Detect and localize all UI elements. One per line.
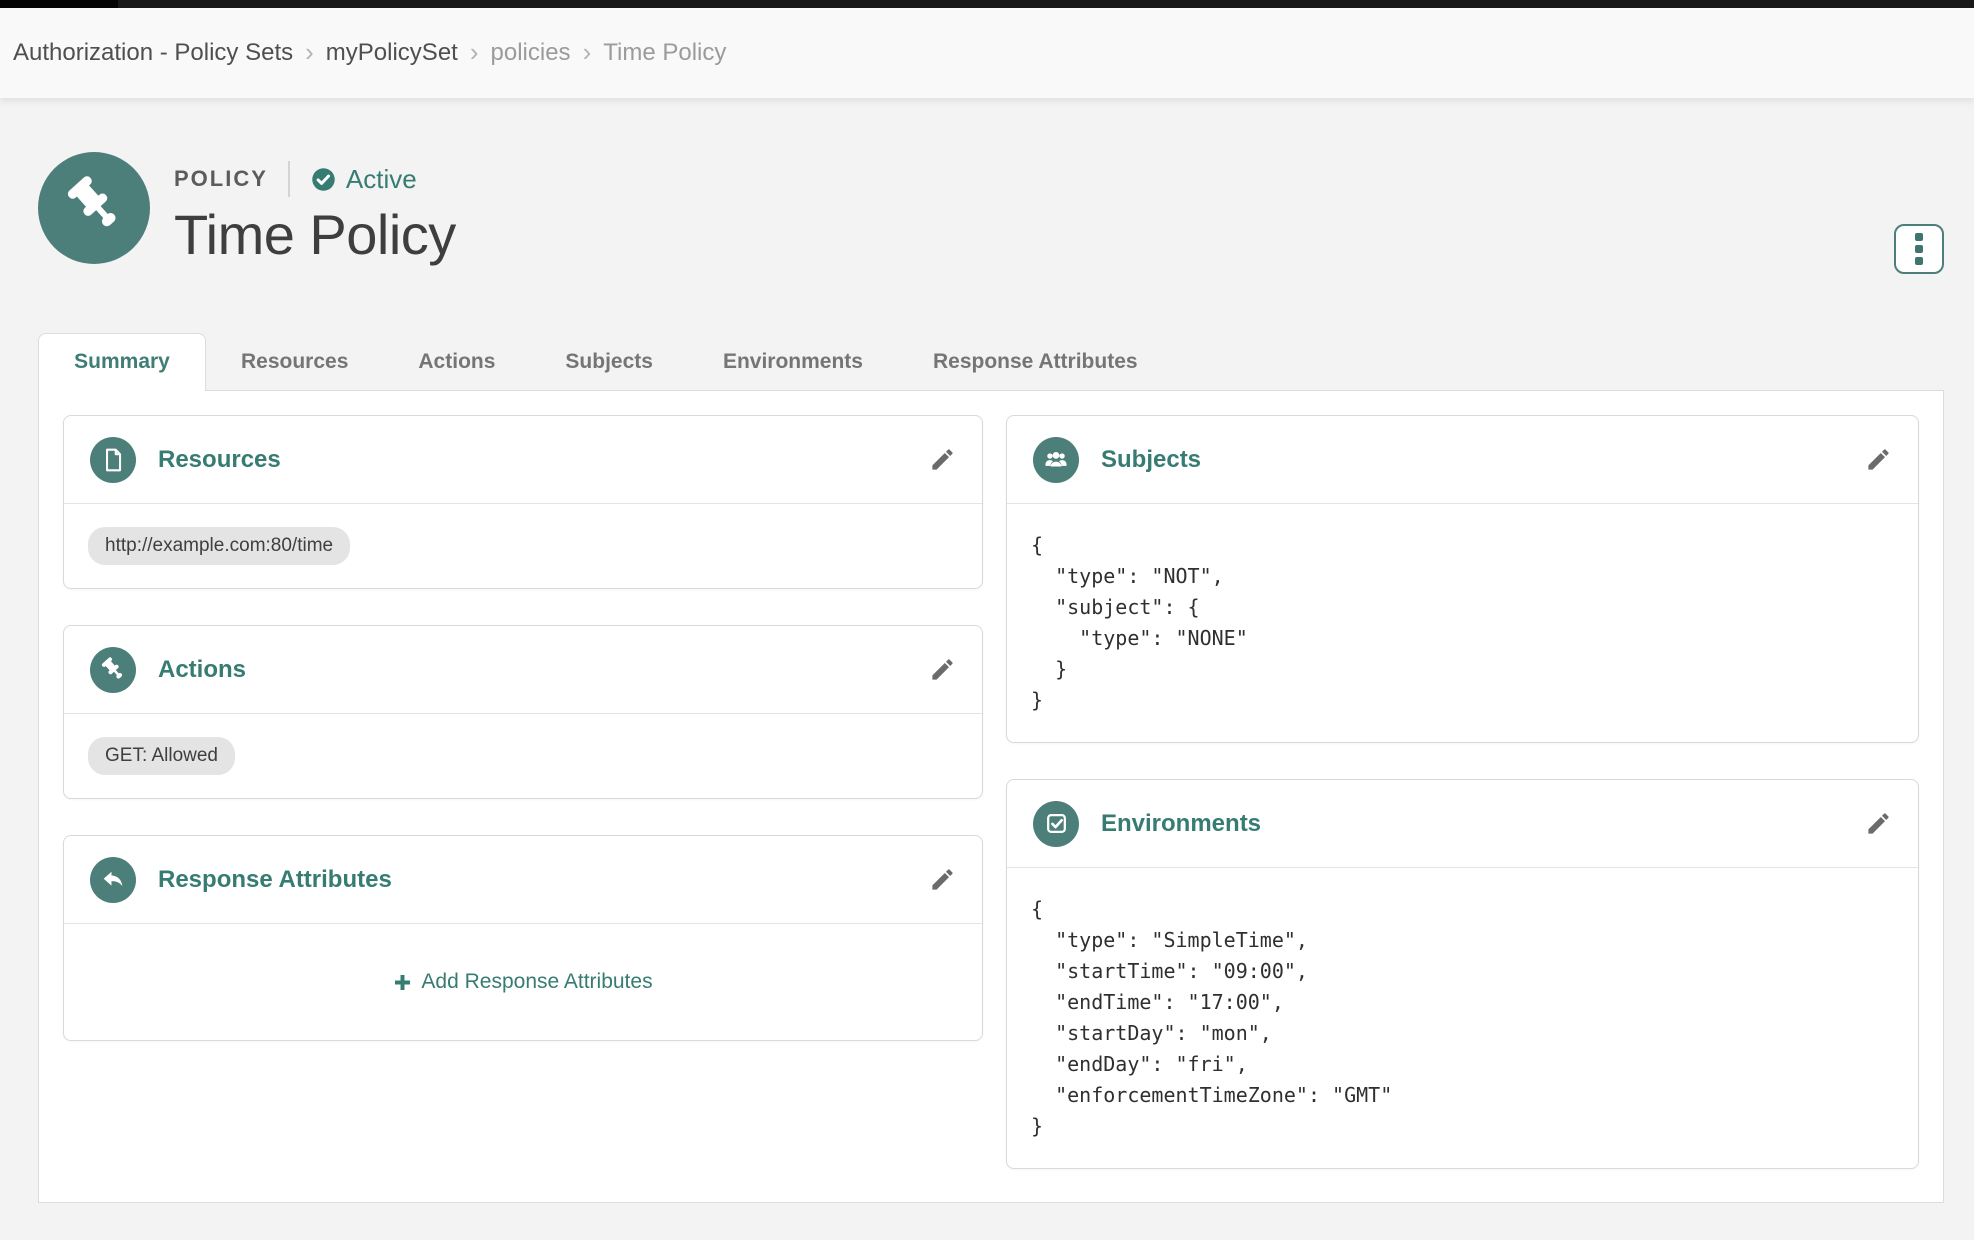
breadcrumb-link-policy-sets[interactable]: Authorization - Policy Sets: [13, 39, 293, 67]
response-attributes-card: Response Attributes Add Respons: [63, 835, 983, 1041]
actions-card-title: Actions: [158, 656, 246, 684]
checkbox-icon: [1033, 801, 1079, 847]
tab-summary[interactable]: Summary: [38, 333, 206, 391]
policy-avatar: [38, 152, 150, 264]
environments-card: Environments { "type": "SimpleTime", "st…: [1006, 779, 1919, 1169]
browser-top-strip: [0, 0, 1974, 8]
resources-card-title: Resources: [158, 446, 281, 474]
breadcrumb-separator: ›: [305, 37, 314, 68]
resource-value-pill: http://example.com:80/time: [88, 527, 350, 565]
response-attributes-card-title: Response Attributes: [158, 866, 392, 894]
add-response-attributes-label: Add Response Attributes: [421, 970, 652, 994]
summary-panel: Resources http://example.com:80/time: [38, 390, 1944, 1203]
plus-icon: [393, 973, 412, 992]
subjects-edit-button[interactable]: [1865, 446, 1892, 473]
pencil-icon: [1865, 446, 1892, 473]
subjects-card-title: Subjects: [1101, 446, 1201, 474]
check-circle-icon: [310, 166, 337, 193]
environments-json: { "type": "SimpleTime", "startTime": "09…: [1007, 868, 1918, 1168]
pencil-icon: [929, 656, 956, 683]
status-label: Active: [346, 164, 417, 195]
users-icon: [1033, 437, 1079, 483]
breadcrumb-link-mypolicyset[interactable]: myPolicySet: [326, 39, 458, 67]
tab-subjects[interactable]: Subjects: [530, 333, 688, 390]
tab-environments[interactable]: Environments: [688, 333, 898, 390]
add-response-attributes-button[interactable]: Add Response Attributes: [393, 970, 652, 994]
resources-card: Resources http://example.com:80/time: [63, 415, 983, 589]
page-title: Time Policy: [174, 202, 456, 267]
subjects-json: { "type": "NOT", "subject": { "type": "N…: [1007, 504, 1918, 742]
breadcrumb-separator: ›: [470, 37, 479, 68]
tab-response-attributes[interactable]: Response Attributes: [898, 333, 1173, 390]
environments-edit-button[interactable]: [1865, 810, 1892, 837]
action-value-pill: GET: Allowed: [88, 737, 235, 775]
tab-resources[interactable]: Resources: [206, 333, 383, 390]
pencil-icon: [929, 866, 956, 893]
breadcrumb-separator: ›: [583, 37, 592, 68]
pencil-icon: [1865, 810, 1892, 837]
file-icon: [90, 437, 136, 483]
page-header: POLICY Active Time Policy: [38, 152, 1944, 267]
entity-type-label: POLICY: [174, 166, 268, 192]
breadcrumb: Authorization - Policy Sets › myPolicySe…: [0, 8, 1974, 98]
tab-bar: Summary Resources Actions Subjects Envir…: [38, 333, 1944, 390]
status-badge: Active: [310, 164, 417, 195]
header-divider: [288, 161, 290, 197]
more-actions-button[interactable]: [1894, 224, 1944, 274]
response-attributes-edit-button[interactable]: [929, 866, 956, 893]
environments-card-title: Environments: [1101, 810, 1261, 838]
browser-top-strip-segment: [0, 0, 118, 8]
reply-icon: [90, 857, 136, 903]
actions-edit-button[interactable]: [929, 656, 956, 683]
subjects-card: Subjects { "type": "NOT", "subject": { "…: [1006, 415, 1919, 743]
gavel-icon: [61, 173, 127, 244]
pencil-icon: [929, 446, 956, 473]
gavel-icon: [90, 647, 136, 693]
breadcrumb-item-current: Time Policy: [603, 39, 726, 67]
resources-edit-button[interactable]: [929, 446, 956, 473]
tab-actions[interactable]: Actions: [383, 333, 530, 390]
breadcrumb-item-policies: policies: [491, 39, 571, 67]
kebab-icon: [1915, 233, 1923, 241]
actions-card: Actions GET: Allowed: [63, 625, 983, 799]
